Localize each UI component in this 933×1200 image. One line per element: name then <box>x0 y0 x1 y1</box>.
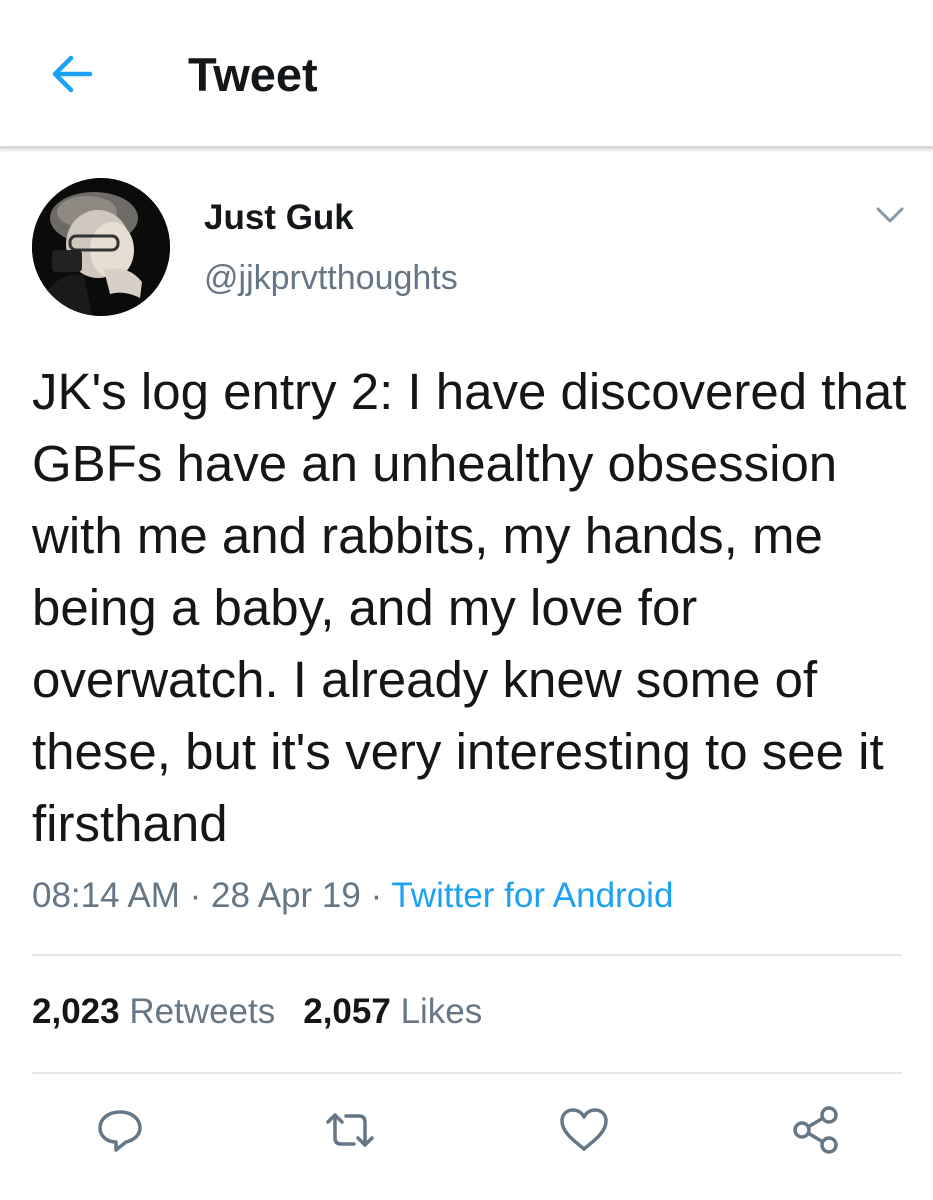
divider <box>32 1072 902 1074</box>
tweet-time: 08:14 AM <box>32 876 180 915</box>
retweet-icon <box>326 1113 374 1147</box>
meta-separator: · <box>189 876 202 915</box>
tweet-date: 28 Apr 19 <box>211 876 361 915</box>
tweet-meta: 08:14 AM · 28 Apr 19 · Twitter for Andro… <box>32 876 673 916</box>
avatar[interactable] <box>32 178 170 316</box>
author-handle[interactable]: @jjkprvtthoughts <box>204 259 458 298</box>
reply-icon <box>98 1110 142 1152</box>
like-button[interactable] <box>556 1102 612 1158</box>
arrow-left-icon <box>52 55 93 93</box>
likes-label: Likes <box>400 992 483 1031</box>
tweet-source-link[interactable]: Twitter for Android <box>391 876 673 915</box>
tweet-options-button[interactable] <box>872 200 908 230</box>
chevron-down-icon <box>876 207 904 223</box>
top-bar: Tweet <box>0 0 933 149</box>
share-icon <box>793 1106 838 1154</box>
page-title: Tweet <box>188 48 318 101</box>
back-button[interactable] <box>44 44 104 104</box>
retweets-stat[interactable]: 2,023 Retweets <box>32 992 275 1031</box>
like-icon <box>560 1108 608 1151</box>
divider <box>32 954 902 956</box>
reply-button[interactable] <box>92 1102 148 1158</box>
likes-count: 2,057 <box>303 992 391 1031</box>
author-display-name[interactable]: Just Guk <box>204 198 354 238</box>
share-button[interactable] <box>788 1102 844 1158</box>
meta-separator: · <box>370 876 383 915</box>
retweets-label: Retweets <box>129 992 276 1031</box>
tweet-stats: 2,023 Retweets 2,057 Likes <box>32 992 510 1032</box>
likes-stat[interactable]: 2,057 Likes <box>303 992 482 1031</box>
retweets-count: 2,023 <box>32 992 120 1031</box>
tweet-text: JK's log entry 2: I have discovered that… <box>32 363 907 852</box>
retweet-button[interactable] <box>322 1102 378 1158</box>
